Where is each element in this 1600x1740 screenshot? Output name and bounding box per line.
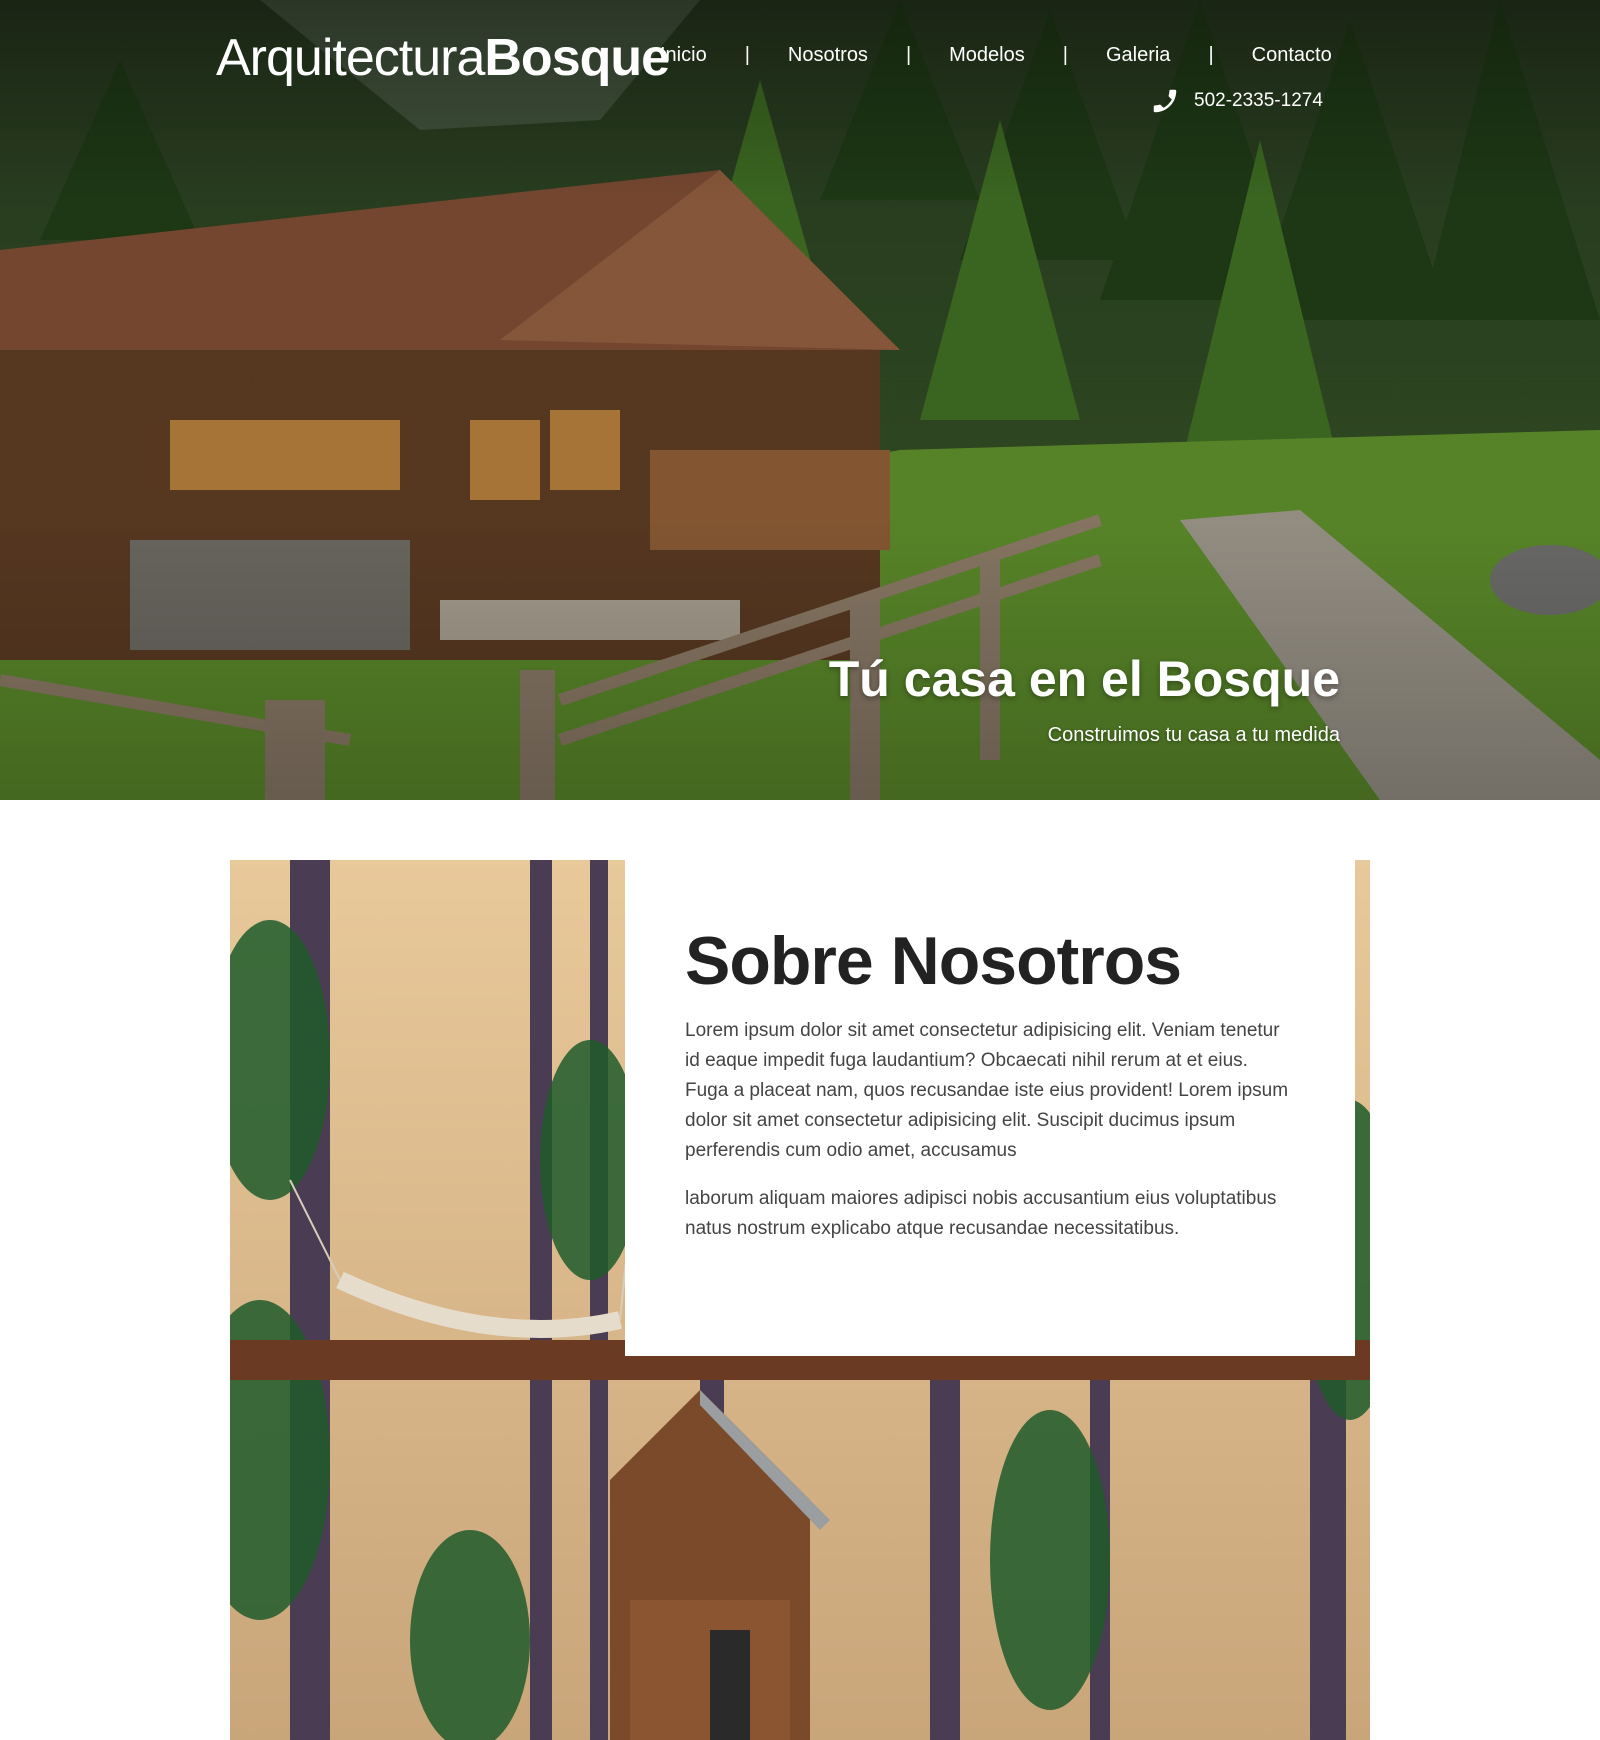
about-card: Sobre Nosotros Lorem ipsum dolor sit ame… xyxy=(625,860,1355,1356)
nav-item-modelos[interactable]: Modelos xyxy=(949,44,1025,67)
about-paragraph: laborum aliquam maiores adipisci nobis a… xyxy=(685,1188,1277,1239)
nav-item-galeria[interactable]: Galeria xyxy=(1106,44,1170,67)
nav-separator: | xyxy=(1062,43,1068,66)
nav-item-nosotros[interactable]: Nosotros xyxy=(788,44,868,67)
hero-subtitle: Construimos tu casa a tu medida xyxy=(1047,724,1340,746)
phone-icon xyxy=(1153,89,1177,113)
nav-separator: | xyxy=(744,43,750,66)
logo-bold-text: Bosque xyxy=(484,29,670,87)
hero-title: Tú casa en el Bosque xyxy=(828,651,1340,707)
main-nav: Inicio | Nosotros | Modelos | Galeria | … xyxy=(660,40,1332,70)
site-logo[interactable]: ArquitecturaBosque xyxy=(216,28,670,88)
phone-contact[interactable]: 502-2335-1274 xyxy=(1150,86,1323,116)
nav-item-contacto[interactable]: Contacto xyxy=(1252,44,1332,67)
phone-number: 502-2335-1274 xyxy=(1194,90,1323,111)
logo-light-text: Arquitectura xyxy=(216,29,485,87)
nav-item-inicio[interactable]: Inicio xyxy=(660,44,707,67)
hero-overlay xyxy=(0,0,1600,800)
hero-section xyxy=(0,0,1600,800)
nav-separator: | xyxy=(1208,43,1214,66)
about-paragraph: Lorem ipsum dolor sit amet consectetur a… xyxy=(685,1020,1289,1161)
about-title: Sobre Nosotros xyxy=(685,923,1182,999)
nav-separator: | xyxy=(905,43,912,66)
